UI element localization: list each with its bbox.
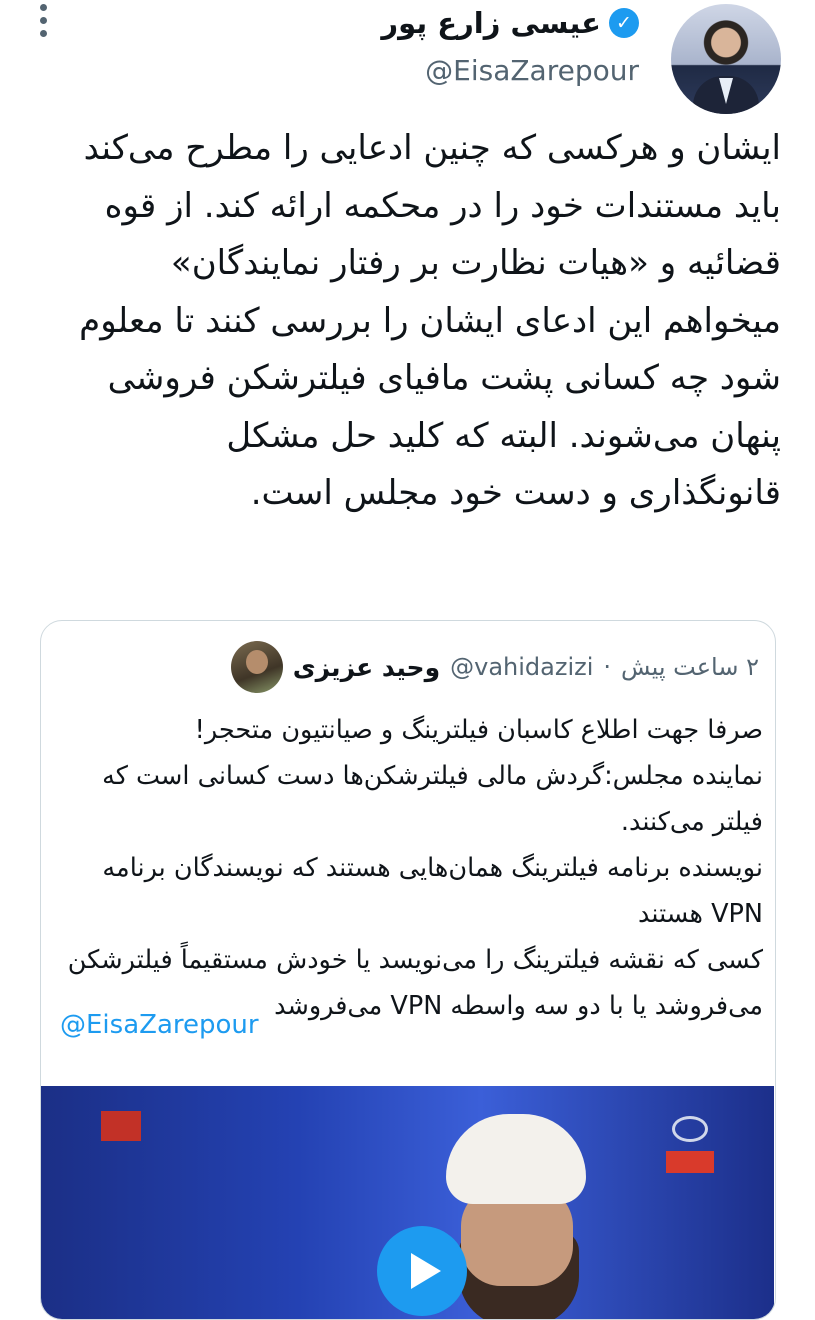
mention-link[interactable]: @EisaZarepour: [60, 1010, 259, 1040]
tweet-header: عیسی زارع پور ✓ @EisaZarepour: [0, 0, 815, 115]
quoted-author-handle[interactable]: @vahidazizi: [450, 653, 593, 681]
quoted-line: نویسنده برنامه فیلترینگ همان‌هایی هستند …: [102, 853, 763, 929]
quoted-line: صرفا جهت اطلاع کاسبان فیلترینگ و صیانتیو…: [194, 715, 763, 745]
quoted-tweet-text: صرفا جهت اطلاع کاسبان فیلترینگ و صیانتیو…: [61, 707, 763, 1029]
quoted-author-avatar[interactable]: [230, 641, 283, 693]
author-name-row: عیسی زارع پور ✓: [381, 6, 639, 40]
more-options-icon[interactable]: [36, 4, 50, 37]
author-name[interactable]: عیسی زارع پور: [381, 6, 601, 40]
channel-logo: [101, 1111, 141, 1141]
quoted-tweet[interactable]: وحید عزیزی @vahidazizi · ۲ ساعت پیش صرفا…: [40, 620, 776, 1320]
quoted-tweet-header: وحید عزیزی @vahidazizi · ۲ ساعت پیش: [230, 641, 759, 693]
quoted-author-name[interactable]: وحید عزیزی: [293, 653, 440, 682]
live-badge: [666, 1151, 714, 1173]
quoted-line: نماینده مجلس:گردش مالی فیلترشکن‌ها دست ک…: [102, 761, 763, 837]
verified-badge-icon: ✓: [609, 8, 639, 38]
quoted-timestamp: ۲ ساعت پیش: [621, 653, 759, 681]
play-button-icon[interactable]: [377, 1226, 467, 1316]
author-handle[interactable]: @EisaZarepour: [425, 54, 639, 87]
broadcaster-emblem-icon: [672, 1116, 708, 1142]
author-avatar[interactable]: [671, 4, 781, 114]
quoted-video-thumbnail[interactable]: [41, 1086, 774, 1319]
tweet-text: ایشان و هرکسی که چنین ادعایی را مطرح می‌…: [79, 128, 781, 513]
separator-dot: ·: [603, 653, 612, 681]
speaker-turban: [446, 1114, 586, 1204]
